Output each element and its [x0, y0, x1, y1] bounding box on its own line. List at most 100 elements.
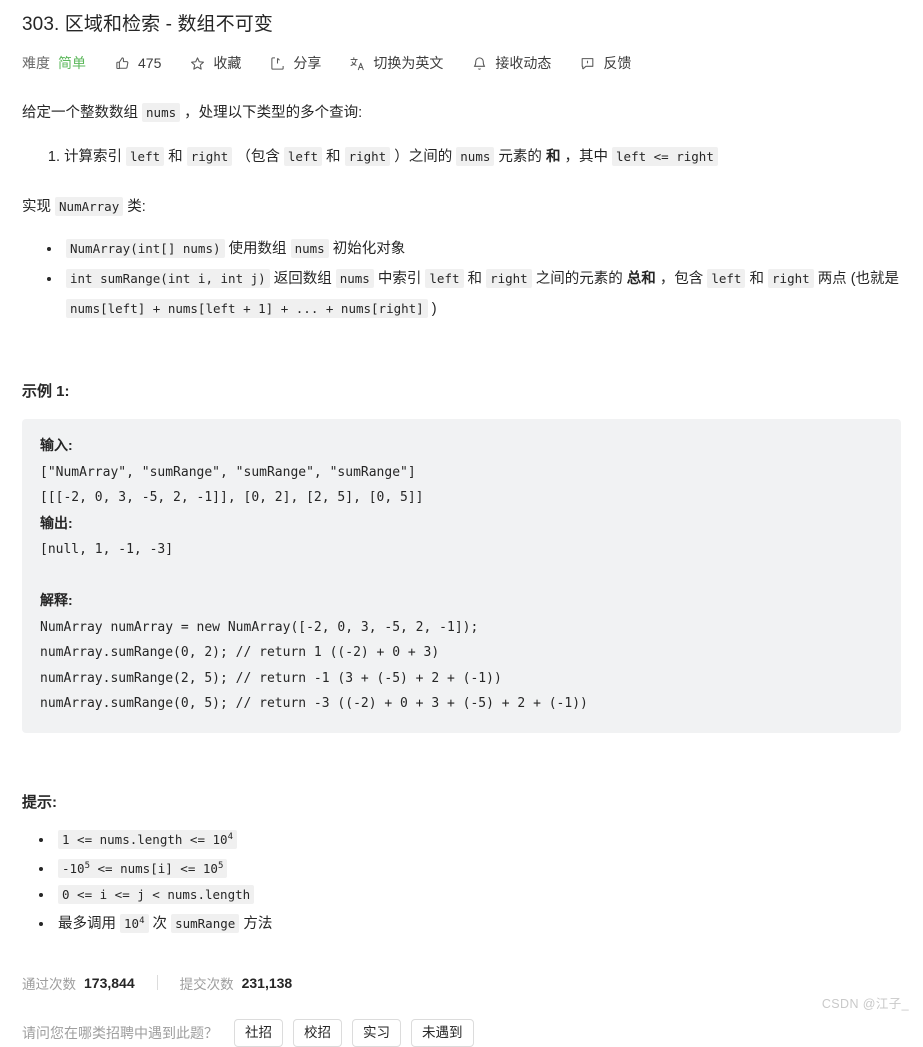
difficulty-label: 难度: [22, 55, 50, 71]
list-item: int sumRange(int i, int j) 返回数组 nums 中索引…: [62, 264, 901, 324]
exponent: 4: [139, 915, 145, 926]
text-fragment: 初始化对象: [332, 241, 406, 257]
problem-page: 303. 区域和检索 - 数组不可变 难度 简单 475 收藏 分享 切换为英文…: [0, 0, 923, 1047]
text-fragment: ，包含: [659, 271, 704, 287]
divider: [156, 975, 158, 991]
text-fragment: 之间的元素的: [535, 271, 623, 287]
poll-option-weiyudao[interactable]: 未遇到: [411, 1018, 474, 1047]
poll-question: 请问您在哪类招聘中遇到此题？: [22, 1024, 218, 1041]
exponent: 4: [227, 831, 233, 842]
submitted-label: 提交次数: [179, 976, 234, 992]
intro-text-2: ，处理以下类型的多个查询:: [184, 105, 363, 121]
explain-line: NumArray numArray = new NumArray([-2, 0,…: [40, 619, 479, 635]
like-button[interactable]: 475: [114, 53, 161, 73]
inline-code-sumrange: sumRange: [171, 913, 240, 933]
inline-code-constraint: left <= right: [612, 147, 718, 166]
difficulty-value: 简单: [58, 55, 86, 71]
inline-code-right: right: [186, 147, 233, 166]
hint-constraint-2: -105 <= nums[i] <= 105: [58, 858, 228, 878]
hints-heading: 提示:: [22, 793, 57, 811]
watermark: CSDN @江子_: [821, 997, 909, 1011]
list-item: -105 <= nums[i] <= 105: [54, 853, 909, 882]
list-item: 最多调用 104 次 sumRange 方法: [54, 908, 909, 937]
text-fragment: 返回数组: [273, 271, 332, 287]
poll-option-shezhao[interactable]: 社招: [234, 1018, 283, 1047]
hint-calls-count: 104: [120, 913, 149, 933]
explain-line: numArray.sumRange(2, 5); // return -1 (3…: [40, 670, 502, 686]
input-label: 输入:: [40, 437, 73, 453]
example-code-block: 输入: ["NumArray", "sumRange", "sumRange",…: [22, 419, 901, 733]
text-fragment: ): [431, 301, 437, 317]
input-line: ["NumArray", "sumRange", "sumRange", "su…: [40, 464, 416, 480]
inline-code-left: left: [707, 269, 746, 288]
text-fragment: 两点 (也就是: [817, 271, 900, 287]
text-fragment: 1 <= nums.length <= 10: [62, 831, 228, 847]
translate-label: 切换为英文: [373, 55, 444, 71]
text-fragment: 和: [168, 149, 183, 165]
text-fragment: 和: [326, 149, 341, 165]
inline-code-numarray: NumArray: [55, 197, 124, 216]
inline-code-right: right: [344, 147, 391, 166]
description-bullet-list: NumArray(int[] nums) 使用数组 nums 初始化对象 int…: [22, 234, 901, 324]
text-fragment: 元素的: [498, 149, 542, 165]
share-button[interactable]: 分享: [269, 53, 321, 73]
problem-stats: 通过次数 173,844 提交次数 231,138: [14, 973, 909, 993]
bell-icon: [471, 55, 488, 72]
text-fragment: 10: [202, 860, 218, 876]
text-fragment: 计算索引: [64, 149, 122, 165]
favorite-button[interactable]: 收藏: [189, 53, 241, 73]
inline-code-nums: nums: [456, 147, 495, 166]
problem-description: 给定一个整数数组 nums ，处理以下类型的多个查询: 计算索引 left 和 …: [14, 98, 909, 324]
feedback-label: 反馈: [603, 55, 632, 71]
exponent: 5: [217, 860, 224, 871]
text-fragment: 类:: [127, 199, 146, 215]
inline-code-left: left: [283, 147, 323, 166]
bold-text: 总和: [626, 271, 656, 287]
inline-code-left: left: [425, 269, 464, 288]
subscribe-label: 接收动态: [495, 55, 552, 71]
list-item: 计算索引 left 和 right （包含 left 和 right ）之间的 …: [64, 142, 901, 172]
submitted-value: 231,138: [241, 974, 293, 991]
bold-text: 和: [545, 149, 561, 165]
page-title: 303. 区域和检索 - 数组不可变: [22, 14, 273, 35]
output-line: [null, 1, -1, -3]: [40, 542, 174, 557]
inline-code-right: right: [486, 269, 532, 288]
text-fragment: ）之间的: [394, 149, 453, 165]
list-item: 0 <= i <= j < nums.length: [54, 882, 909, 908]
inline-code-right: right: [768, 269, 814, 288]
translate-icon: [349, 55, 366, 72]
text-fragment: 实现: [22, 199, 51, 215]
inline-code-nums: nums: [290, 239, 329, 258]
text-fragment: 10: [124, 915, 140, 931]
inline-code-sumrange: int sumRange(int i, int j): [66, 269, 270, 288]
share-icon: [269, 55, 286, 72]
explain-label: 解释:: [40, 592, 73, 608]
recruitment-poll: 请问您在哪类招聘中遇到此题？ 社招 校招 实习 未遇到: [14, 1018, 909, 1047]
inline-code-left: left: [126, 147, 165, 166]
implement-line: 实现 NumArray 类:: [22, 192, 901, 222]
text-fragment: 最多调用: [58, 915, 116, 932]
text-fragment: 和: [467, 271, 483, 287]
poll-option-shixi[interactable]: 实习: [352, 1018, 401, 1047]
like-count: 475: [138, 55, 162, 71]
problem-toolbar: 难度 简单 475 收藏 分享 切换为英文 接收动态 反馈: [14, 38, 909, 78]
hint-constraint-3: 0 <= i <= j < nums.length: [58, 884, 255, 904]
text-fragment: ，其中: [564, 149, 608, 165]
subscribe-button[interactable]: 接收动态: [471, 53, 551, 73]
inline-code-nums: nums: [335, 269, 374, 288]
text-fragment: 次: [152, 915, 168, 932]
list-item: 1 <= nums.length <= 104: [54, 824, 909, 853]
example-heading: 示例 1:: [22, 383, 70, 400]
translate-button[interactable]: 切换为英文: [349, 53, 443, 73]
poll-option-xiaozhao[interactable]: 校招: [293, 1018, 342, 1047]
explain-line: numArray.sumRange(0, 2); // return 1 ((-…: [40, 645, 440, 660]
thumbs-up-icon: [114, 55, 131, 72]
inline-code-constructor: NumArray(int[] nums): [66, 239, 225, 258]
text-fragment: 方法: [243, 915, 273, 932]
feedback-button[interactable]: 反馈: [579, 53, 631, 73]
inline-code-nums: nums: [142, 103, 181, 122]
difficulty-badge: 难度 简单: [22, 53, 86, 73]
output-label: 输出:: [40, 514, 73, 531]
hints-list: 1 <= nums.length <= 104 -105 <= nums[i] …: [14, 824, 909, 937]
